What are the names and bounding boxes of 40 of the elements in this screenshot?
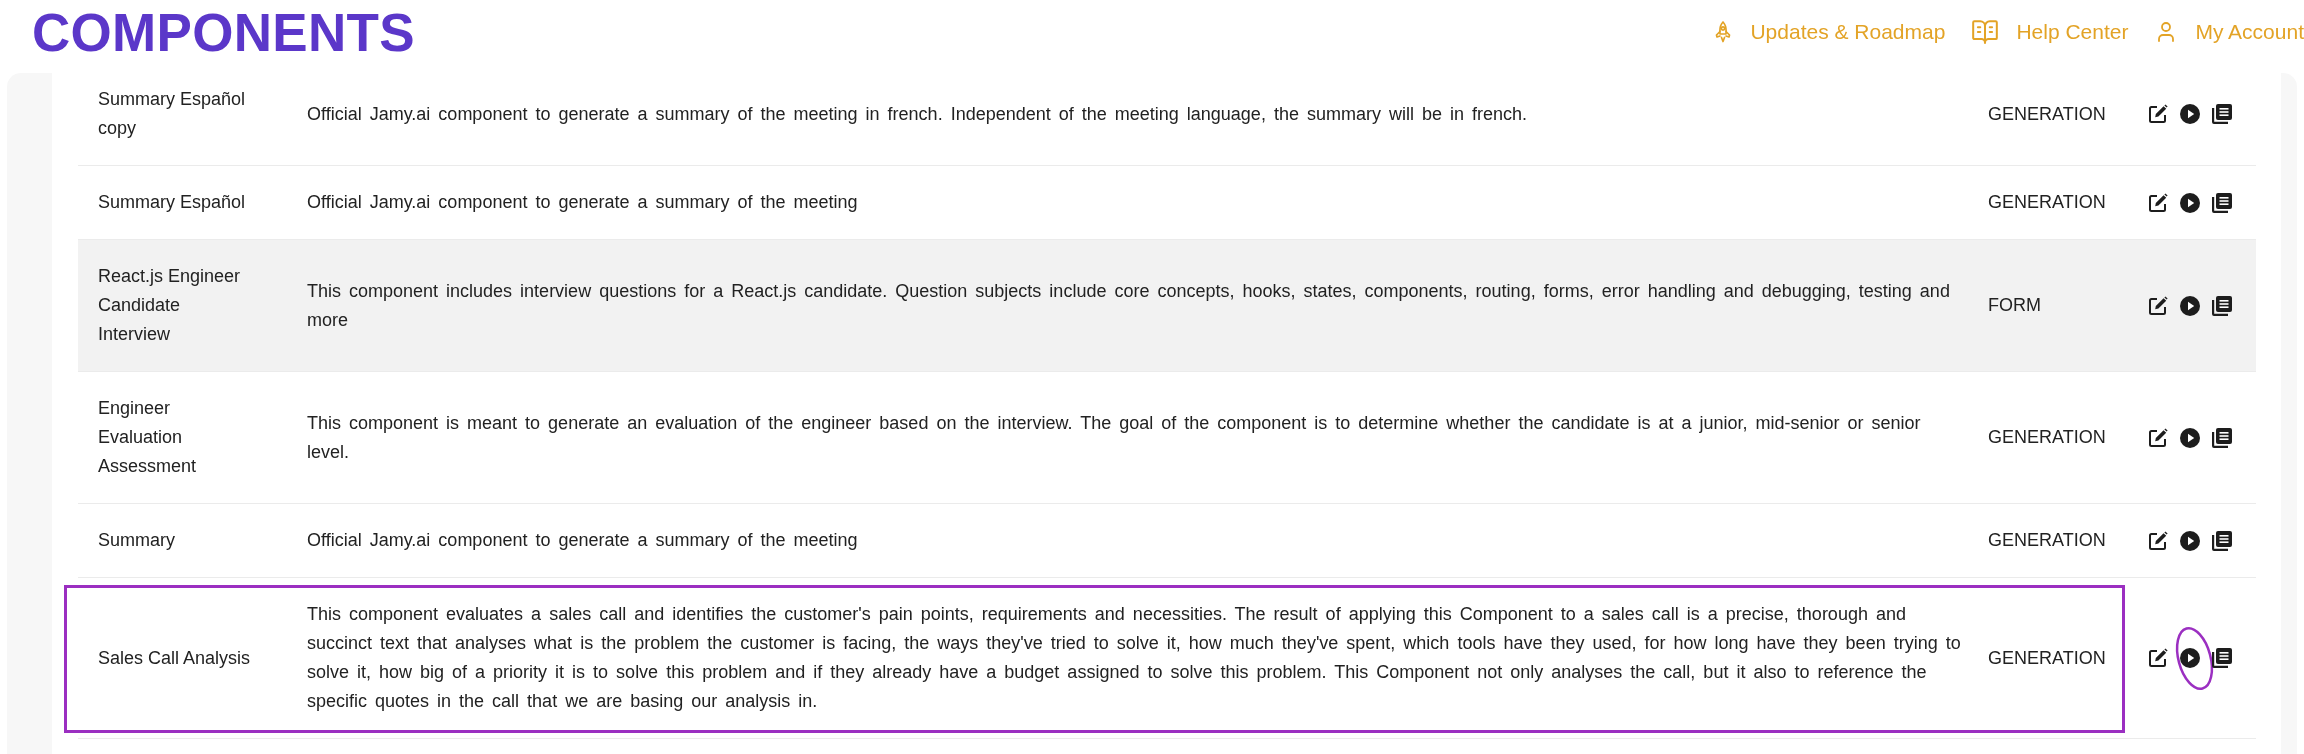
edit-icon[interactable]: [2148, 192, 2168, 213]
component-type: GENERATION: [1988, 646, 2106, 670]
play-icon[interactable]: [2180, 295, 2200, 316]
component-type: FORM: [1988, 294, 2041, 317]
documents-icon[interactable]: [2212, 295, 2232, 316]
component-type: GENERATION: [1988, 426, 2106, 449]
documents-icon[interactable]: [2212, 648, 2232, 668]
component-name: Summary: [98, 529, 176, 552]
play-icon[interactable]: [2180, 427, 2200, 448]
component-description: Official Jamy.ai component to generate a summary of the meeting in french. Independent of the meeting language, the summary will be in french.: [307, 102, 1528, 126]
component-name: Summary Español: [98, 191, 247, 214]
component-type: GENERATION: [1988, 529, 2106, 552]
component-description: This component includes interview questions for a React.js candidate. Question subjects include core concepts, hooks, states, components, routing, forms, error handling and debugging, testing and more: [307, 279, 1951, 332]
documents-icon[interactable]: [2212, 530, 2232, 551]
rocket-icon: [1714, 21, 1733, 43]
edit-icon[interactable]: [2148, 104, 2168, 124]
edit-icon[interactable]: [2148, 295, 2168, 316]
edit-icon[interactable]: [2148, 648, 2168, 668]
play-icon[interactable]: [2180, 530, 2200, 551]
documents-icon[interactable]: [2212, 104, 2232, 124]
component-description: This component is meant to generate an evaluation of the engineer based on the interview. The goal of the component is to determine whether the candidate is at a junior, mid-senior or senior level.: [307, 411, 1922, 464]
play-icon[interactable]: [2180, 648, 2200, 668]
component-description: Official Jamy.ai component to generate a summary of the meeting: [307, 191, 859, 214]
component-name: Summary Español copy: [98, 88, 247, 140]
documents-icon[interactable]: [2212, 427, 2232, 448]
edit-icon[interactable]: [2148, 427, 2168, 448]
component-type: GENERATION: [1988, 191, 2106, 214]
play-icon[interactable]: [2180, 192, 2200, 213]
play-icon[interactable]: [2180, 104, 2200, 124]
edit-icon[interactable]: [2148, 530, 2168, 551]
documents-icon[interactable]: [2212, 192, 2232, 213]
component-name: Sales Call Analysis: [98, 646, 252, 670]
component-type: GENERATION: [1988, 102, 2106, 126]
component-name: React.js Engineer Candidate Interview: [98, 265, 242, 346]
book-icon: [1972, 19, 1999, 45]
component-description: This component evaluates a sales call and identifies the customer's pain points, requirements and necessities. The result of applying this Component to a sales call is a precise, thorough and succinct text that analyses what is the problem the customer is facing, the ways they've tried to solve it, how much they've spent, which tools have they used, for how long have they been trying to solve it, how big of a priority it is to solve this problem and if they already have a budget assigned to solve this problem. This Component not only analyses the call, but it also to reference the specific quotes in the call that we are basing our analysis in.: [307, 603, 1962, 713]
component-name: Engineer Evaluation Assessment: [98, 397, 198, 478]
component-description: Official Jamy.ai component to generate a summary of the meeting: [307, 529, 859, 552]
page-title: COMPONENTS: [32, 5, 415, 59]
table-row[interactable]: [78, 240, 2256, 372]
